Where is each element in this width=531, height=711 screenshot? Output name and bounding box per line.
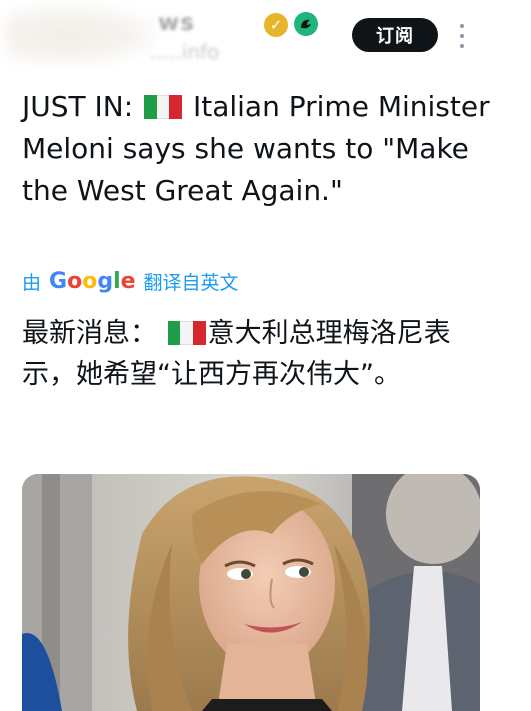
photo-of-woman-smiling	[22, 474, 480, 711]
subscribe-button[interactable]: 订阅	[352, 18, 438, 52]
translated-prefix: 最新消息：	[22, 318, 166, 349]
more-options-icon[interactable]	[458, 24, 466, 48]
translate-prefix: 由	[22, 271, 42, 294]
tweet-header: ws .....info ✓ 订阅	[0, 0, 531, 78]
tweet-text: JUST IN: Italian Prime Minister Meloni s…	[22, 86, 517, 212]
google-logo-icon: Google	[49, 268, 136, 294]
verified-badge-icon: ✓	[264, 13, 288, 37]
tweet-photo[interactable]	[22, 474, 480, 711]
italy-flag-icon	[167, 321, 206, 345]
avatar[interactable]	[6, 6, 156, 64]
translate-suffix[interactable]: 翻译自英文	[144, 268, 239, 295]
tweet-prefix: JUST IN:	[22, 90, 143, 123]
account-name[interactable]: ws	[158, 10, 195, 36]
affiliate-badge-icon[interactable]	[294, 12, 318, 36]
italy-flag-icon	[144, 95, 183, 119]
translation-attribution[interactable]: 由 Google 翻译自英文	[22, 266, 239, 296]
account-handle[interactable]: .....info	[150, 40, 219, 64]
translated-text: 最新消息： 意大利总理梅洛尼表示，她希望“让西方再次伟大”。	[22, 313, 492, 395]
